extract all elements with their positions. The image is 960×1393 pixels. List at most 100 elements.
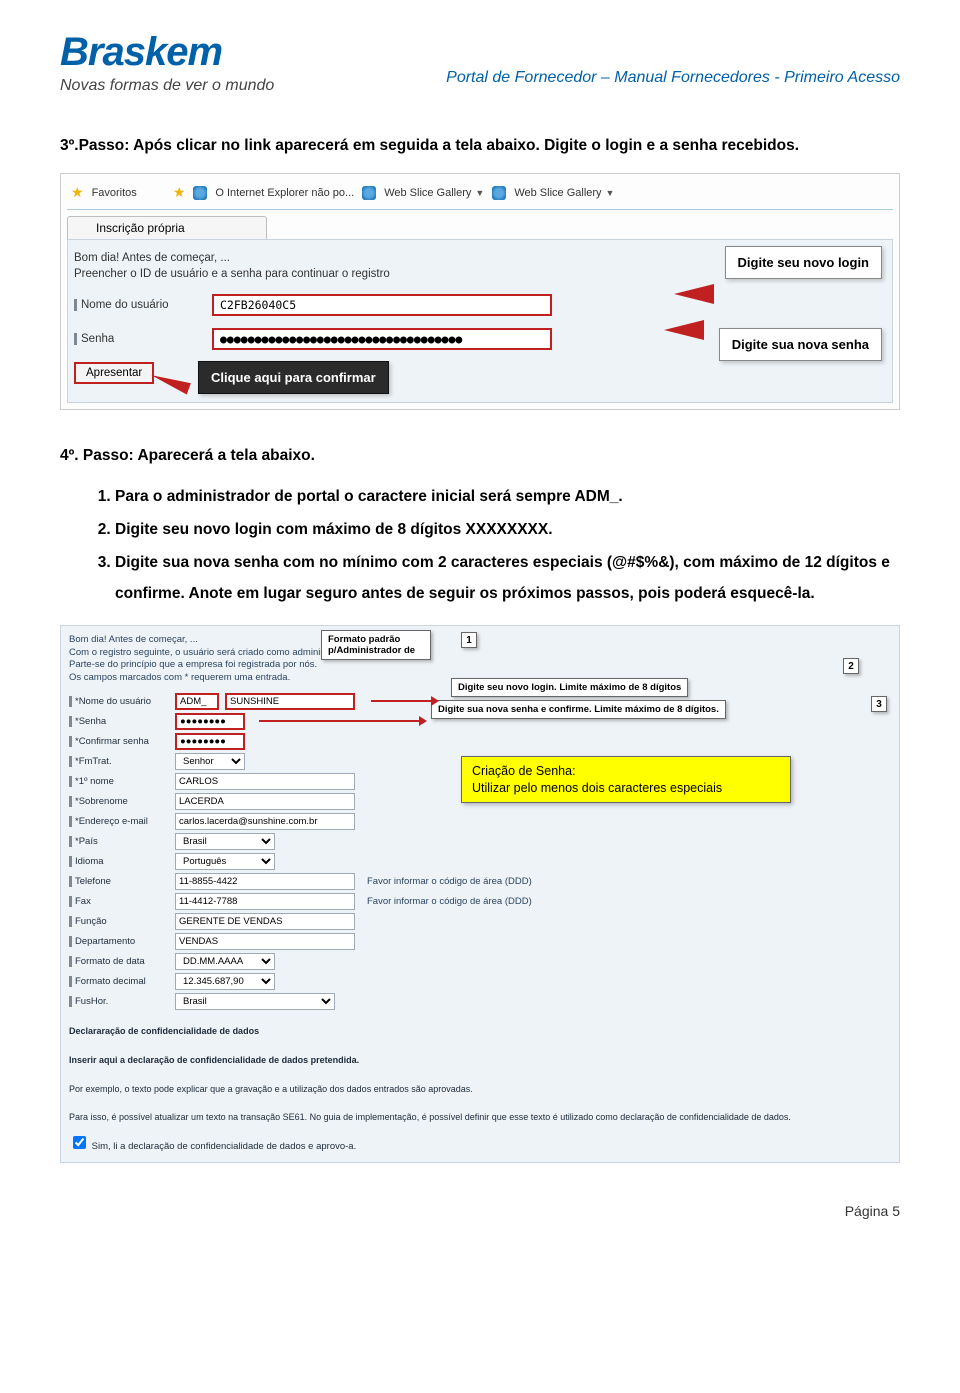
registration-form: *Nome do usuário ADM_ *Senha *Confirmar … — [69, 693, 891, 1010]
tagline: Novas formas de ver o mundo — [60, 77, 274, 95]
logo: Braskem — [60, 30, 274, 75]
input-senha[interactable] — [175, 713, 245, 730]
callout-login: Digite seu novo login — [725, 246, 882, 279]
select-idioma[interactable]: Português — [175, 853, 275, 870]
favorites-bar: ★ Favoritos ★ O Internet Explorer não po… — [67, 180, 893, 210]
label-senha: *Senha — [69, 716, 169, 727]
star-icon: ★ — [71, 184, 84, 201]
chevron-down-icon[interactable]: ▼ — [606, 188, 615, 198]
decl-heading: Declararação de confidencialidade de dad… — [69, 1024, 891, 1038]
popup-password-hint: Criação de Senha: Utilizar pelo menos do… — [461, 756, 791, 804]
input-primeiro-nome[interactable] — [175, 773, 355, 790]
select-fmtrat[interactable]: Senhor — [175, 753, 245, 770]
callout-confirm: Clique aqui para confirmar — [198, 361, 389, 394]
doc-title: Portal de Fornecedor – Manual Fornecedor… — [446, 69, 900, 95]
declaration-block: Declararação de confidencialidade de dad… — [69, 1024, 891, 1125]
label-sobrenome: *Sobrenome — [69, 796, 169, 807]
decl-line-3: Para isso, é possível atualizar um texto… — [69, 1110, 891, 1124]
accept-checkbox[interactable] — [73, 1136, 86, 1149]
row-telefone: Telefone Favor informar o código de área… — [69, 873, 891, 890]
label-fdecimal: Formato decimal — [69, 976, 169, 987]
ie-icon — [362, 186, 376, 200]
row-pais: *País Brasil — [69, 833, 891, 850]
step4-list: Para o administrador de portal o caracte… — [60, 481, 900, 609]
ie-icon — [193, 186, 207, 200]
label-confirmar: *Confirmar senha — [69, 736, 169, 747]
row-nome-usuario: *Nome do usuário ADM_ — [69, 693, 891, 710]
row-idioma: Idioma Português — [69, 853, 891, 870]
decl-line-1: Inserir aqui a declaração de confidencia… — [69, 1053, 891, 1067]
password-label: Senha — [74, 333, 204, 345]
input-confirmar[interactable] — [175, 733, 245, 750]
username-label: Nome do usuário — [74, 299, 204, 311]
popup-number-1: 1 — [461, 632, 477, 648]
popup-number-2: 2 — [843, 658, 859, 674]
label-primeiro-nome: *1º nome — [69, 776, 169, 787]
step4-item-1: Para o administrador de portal o caracte… — [115, 481, 900, 512]
favorites-label: Favoritos — [92, 187, 137, 199]
hint-fax: Favor informar o código de área (DDD) — [367, 896, 532, 907]
arrow-icon — [149, 370, 191, 395]
ie-warning: O Internet Explorer não po... — [215, 187, 354, 199]
header: Braskem Novas formas de ver o mundo Port… — [60, 30, 900, 95]
select-fdecimal[interactable]: 12.345.687,90 — [175, 973, 275, 990]
label-fushor: FusHor. — [69, 996, 169, 1007]
row-fax: Fax Favor informar o código de área (DDD… — [69, 893, 891, 910]
input-departamento[interactable] — [175, 933, 355, 950]
screenshot-registration: Bom dia! Antes de começar, ... Com o reg… — [60, 625, 900, 1163]
step3-paragraph: 3º.Passo: Após clicar no link aparecerá … — [60, 130, 900, 161]
select-pais[interactable]: Brasil — [175, 833, 275, 850]
row-departamento: Departamento — [69, 933, 891, 950]
input-nome-usuario[interactable] — [225, 693, 355, 710]
label-fmtrat: *FmTrat. — [69, 756, 169, 767]
arrow-icon — [664, 320, 704, 340]
input-telefone[interactable] — [175, 873, 355, 890]
accept-label: Sim, li a declaração de confidencialidad… — [92, 1141, 357, 1152]
row-confirmar: *Confirmar senha — [69, 733, 891, 750]
input-sobrenome[interactable] — [175, 793, 355, 810]
row-funcao: Função — [69, 913, 891, 930]
label-idioma: Idioma — [69, 856, 169, 867]
select-fushor[interactable]: Brasil — [175, 993, 335, 1010]
chevron-down-icon[interactable]: ▼ — [475, 188, 484, 198]
accept-checkbox-row: Sim, li a declaração de confidencialidad… — [69, 1133, 891, 1152]
step3-text: 3º.Passo: Após clicar no link aparecerá … — [60, 130, 900, 161]
popup-format: Formato padrão p/Administrador de — [321, 630, 431, 660]
gallery-link-1[interactable]: Web Slice Gallery — [384, 187, 471, 199]
arrow-icon — [259, 720, 419, 722]
tab-label: Inscrição própria — [96, 221, 185, 235]
label-email: *Endereço e-mail — [69, 816, 169, 827]
logo-block: Braskem Novas formas de ver o mundo — [60, 30, 274, 95]
password-input[interactable] — [212, 328, 552, 350]
screenshot-login: ★ Favoritos ★ O Internet Explorer não po… — [60, 173, 900, 410]
label-pais: *País — [69, 836, 169, 847]
arrow-icon — [371, 700, 431, 702]
gallery-link-2[interactable]: Web Slice Gallery — [514, 187, 601, 199]
label-funcao: Função — [69, 916, 169, 927]
submit-button[interactable]: Apresentar — [74, 362, 154, 384]
hint-telefone: Favor informar o código de área (DDD) — [367, 876, 532, 887]
prefix-adm: ADM_ — [175, 693, 219, 710]
select-fdata[interactable]: DD.MM.AAAA — [175, 953, 275, 970]
username-row: Nome do usuário — [74, 294, 886, 316]
input-email[interactable] — [175, 813, 355, 830]
row-fdecimal: Formato decimal 12.345.687,90 — [69, 973, 891, 990]
step4-title: 4º. Passo: Aparecerá a tela abaixo. — [60, 440, 900, 471]
input-funcao[interactable] — [175, 913, 355, 930]
label-nome-usuario: *Nome do usuário — [69, 696, 169, 707]
arrow-icon — [674, 284, 714, 304]
callout-password: Digite sua nova senha — [719, 328, 882, 361]
ie-icon — [492, 186, 506, 200]
username-input[interactable] — [212, 294, 552, 316]
row-fdata: Formato de data DD.MM.AAAA — [69, 953, 891, 970]
decl-line-2: Por exemplo, o texto pode explicar que a… — [69, 1082, 891, 1096]
page-footer: Página 5 — [60, 1203, 900, 1219]
label-telefone: Telefone — [69, 876, 169, 887]
star-icon: ★ — [173, 184, 186, 201]
label-fdata: Formato de data — [69, 956, 169, 967]
input-fax[interactable] — [175, 893, 355, 910]
browser-tab[interactable]: Inscrição própria — [67, 216, 267, 239]
row-senha: *Senha — [69, 713, 891, 730]
login-panel: Bom dia! Antes de começar, ... Preencher… — [67, 239, 893, 403]
step4-item-3: Digite sua nova senha com no mínimo com … — [115, 547, 900, 609]
